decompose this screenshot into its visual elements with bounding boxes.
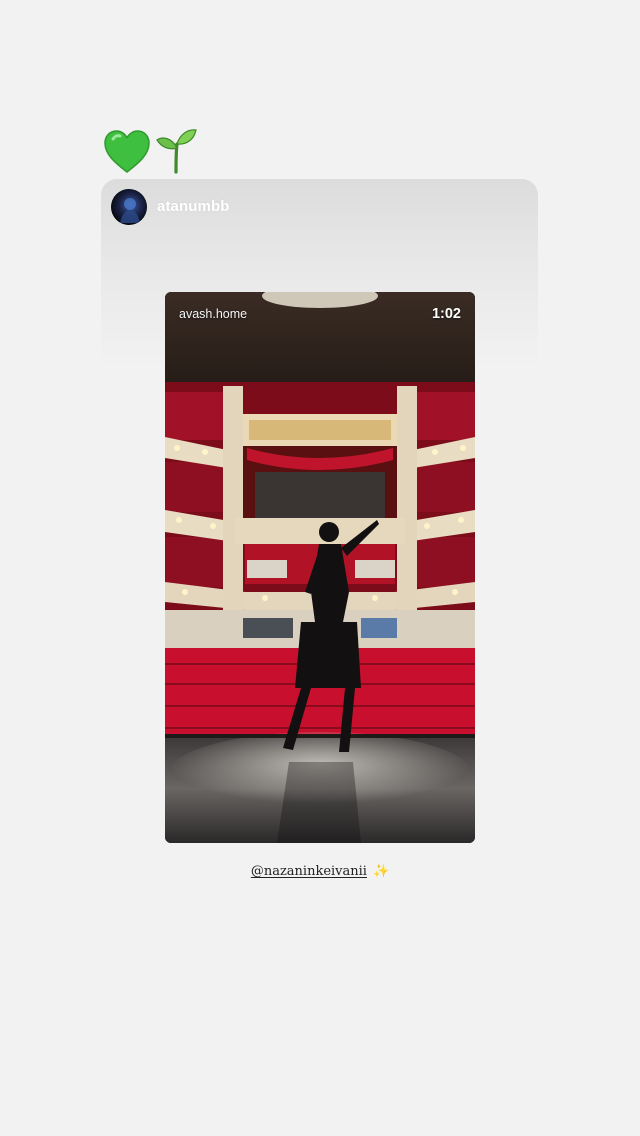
seedling-icon[interactable]: [154, 126, 198, 174]
sticker-row: [104, 126, 198, 174]
green-heart-icon[interactable]: [104, 130, 150, 174]
theater-stage-image: [165, 292, 475, 843]
video-duration: 1:02: [431, 306, 461, 322]
sparkles-icon: ✨: [372, 864, 390, 879]
caption: @nazaninkeivanii ✨: [0, 864, 640, 879]
video-thumbnail[interactable]: avash.home 1:02: [165, 292, 475, 843]
avatar-ring: [111, 189, 147, 225]
video-account-label: avash.home: [179, 307, 248, 321]
mention-link[interactable]: @nazaninkeivanii: [251, 864, 367, 879]
avatar[interactable]: [111, 189, 147, 225]
story-username[interactable]: atanumbb: [157, 198, 229, 215]
